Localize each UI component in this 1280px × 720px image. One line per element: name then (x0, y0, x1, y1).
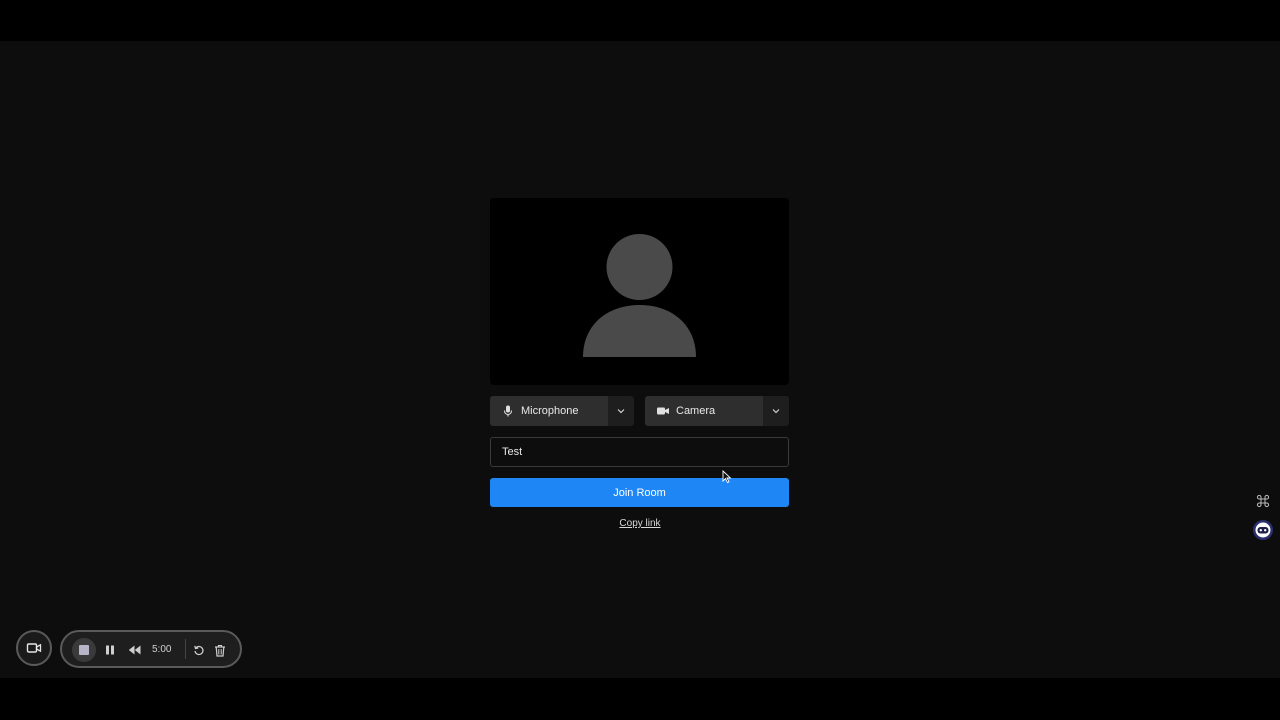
command-icon (1256, 494, 1270, 508)
pause-button[interactable] (100, 640, 120, 660)
video-preview (490, 198, 789, 385)
mouse-cursor-icon (722, 470, 732, 484)
stop-recording-button[interactable] (72, 638, 96, 662)
pause-icon (106, 645, 114, 655)
chevron-down-icon (772, 409, 780, 414)
video-camera-icon (656, 404, 670, 418)
recorder-camera-button[interactable] (16, 630, 52, 666)
recorder-controls: 5:00 (60, 630, 242, 668)
trash-icon (215, 644, 225, 657)
restart-icon (194, 645, 204, 656)
stop-icon (79, 645, 89, 655)
video-camera-icon (26, 643, 42, 653)
name-input[interactable] (490, 437, 789, 467)
assistant-button[interactable] (1252, 519, 1274, 541)
command-menu-button[interactable] (1252, 490, 1274, 512)
chevron-down-icon (617, 409, 625, 414)
microphone-selector: Microphone (490, 396, 634, 426)
join-room-button[interactable]: Join Room (490, 478, 789, 507)
rewind-icon (128, 645, 140, 655)
camera-label: Camera (676, 405, 716, 417)
copy-link[interactable]: Copy link (560, 518, 720, 529)
recording-timer: 5:00 (152, 644, 172, 655)
rewind-button[interactable] (124, 640, 144, 660)
person-placeholder-icon (583, 234, 696, 357)
restart-button[interactable] (189, 640, 209, 660)
microphone-label: Microphone (521, 405, 579, 417)
microphone-button[interactable]: Microphone (490, 396, 608, 426)
camera-selector: Camera (645, 396, 789, 426)
assistant-icon (1253, 520, 1273, 540)
microphone-dropdown-toggle[interactable] (608, 396, 634, 426)
page: Microphone Camera Join Room (0, 0, 1280, 720)
delete-recording-button[interactable] (210, 640, 230, 660)
microphone-icon (501, 404, 515, 418)
divider (185, 639, 186, 659)
camera-button[interactable]: Camera (645, 396, 763, 426)
camera-dropdown-toggle[interactable] (763, 396, 789, 426)
